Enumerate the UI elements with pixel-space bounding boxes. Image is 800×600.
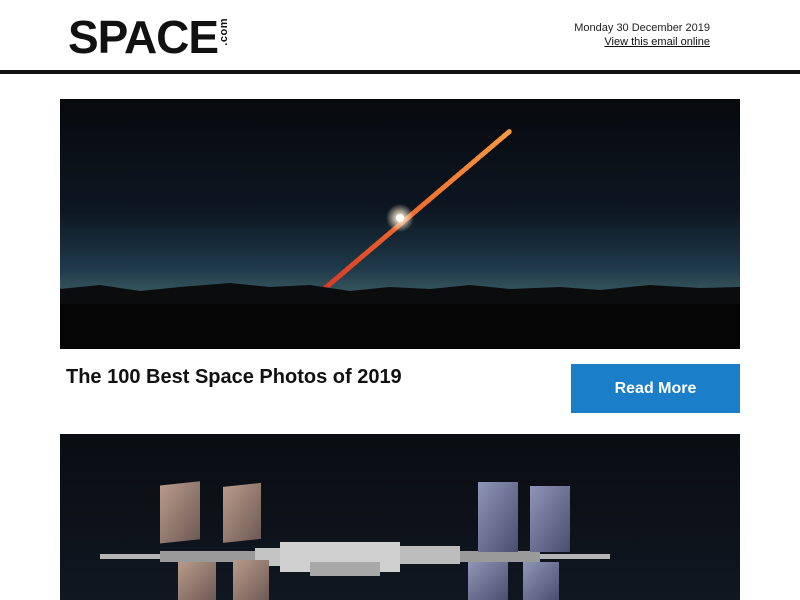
iss-image [60, 434, 740, 600]
email-header: SPACE .com Monday 30 December 2019 View … [0, 0, 800, 70]
view-online-link[interactable]: View this email online [604, 36, 710, 48]
header-divider [0, 70, 800, 74]
eclipse-photo[interactable] [60, 99, 740, 349]
article-title[interactable]: The 100 Best Space Photos of 2019 [66, 366, 402, 389]
logo-suffix: .com [218, 18, 231, 46]
eclipse-image [60, 99, 740, 349]
email-date: Monday 30 December 2019 [574, 22, 710, 34]
logo-text: SPACE [68, 11, 219, 63]
iss-photo[interactable] [60, 434, 740, 600]
space-logo[interactable]: SPACE .com [68, 14, 230, 60]
read-more-button[interactable]: Read More [571, 364, 740, 413]
